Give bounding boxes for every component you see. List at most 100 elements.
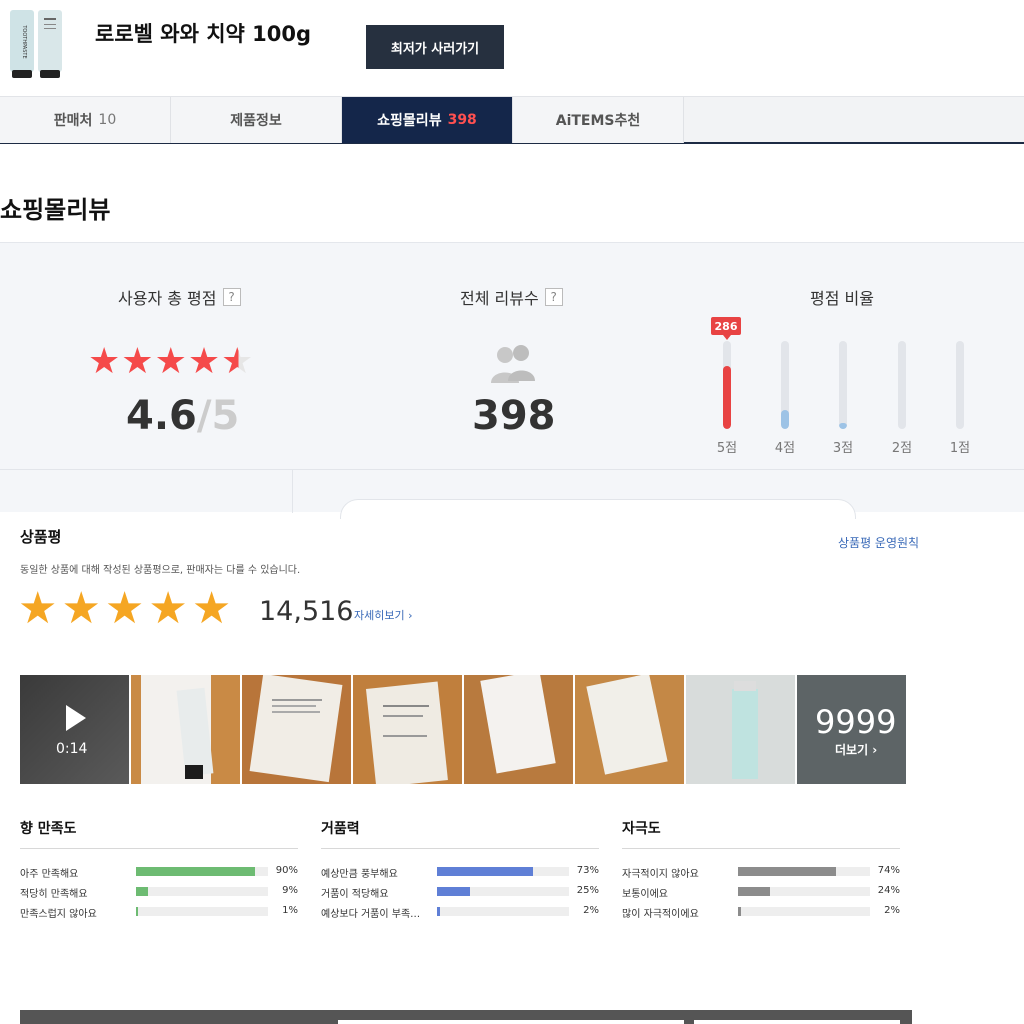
attr-row: 많이 자극적이에요 2% [622, 905, 900, 925]
attr-pct: 24% [877, 885, 900, 896]
bottom-sort-box[interactable] [338, 1020, 684, 1024]
tab-count: 398 [447, 112, 477, 128]
ratio-label-1: 1점 [949, 441, 971, 456]
attr-irritation: 자극도 자극적이지 않아요 74% 보통이에요 24% 많이 자극적이에요 2% [622, 818, 900, 925]
attr-row: 만족스럽지 않아요 1% [20, 905, 298, 925]
attr-label: 예상만큼 풍부해요 [321, 869, 398, 880]
attr-pct: 90% [275, 865, 298, 876]
product-title: 로로벨 와와 치약 100g [95, 22, 312, 46]
review-policy-link[interactable]: 상품평 운영원칙 [838, 534, 919, 551]
tab-aitems-recommend[interactable]: AiTEMS추천 [513, 97, 684, 143]
attr-fill [136, 907, 138, 916]
review-photo[interactable] [242, 675, 351, 784]
review-photo[interactable] [131, 675, 240, 784]
tab-shopping-reviews[interactable]: 쇼핑몰리뷰 398 [342, 97, 513, 143]
thumbnail-text: TOOTHPASTE [21, 24, 27, 58]
tab-label: AiTEMS추천 [555, 113, 641, 129]
reviews-label-group: 전체 리뷰수 ? [460, 285, 563, 309]
star-icon: ★ [88, 341, 121, 382]
attr-rows: 자극적이지 않아요 74% 보통이에요 24% 많이 자극적이에요 2% [622, 849, 900, 925]
ratio-label-3: 3점 [832, 441, 854, 456]
attr-row: 자극적이지 않아요 74% [622, 865, 900, 885]
review-summary-panel: 사용자 총 평점 ? ★ ★ ★ ★ ★ 4.6/5 전체 리뷰수 ? 398 … [0, 242, 1024, 519]
attr-bar [738, 867, 870, 876]
attr-label: 보통이에요 [622, 889, 668, 900]
average-rating: 4.6/5 [126, 393, 239, 439]
review-photo[interactable] [464, 675, 573, 784]
tab-label: 제품정보 [230, 113, 282, 129]
attr-title: 자극도 [622, 818, 900, 849]
attr-bar [437, 867, 569, 876]
more-photos-link[interactable]: 더보기 › [835, 741, 877, 758]
attr-rows: 예상만큼 풍부해요 73% 거품이 적당해요 25% 예상보다 거품이 부족… 2% [321, 849, 599, 925]
review-photo[interactable] [686, 675, 795, 784]
tab-bar: 판매처 10 제품정보 쇼핑몰리뷰 398 AiTEMS추천 [0, 96, 1024, 144]
attr-label: 거품이 적당해요 [321, 889, 389, 900]
attr-fill [437, 887, 470, 896]
star-icon: ★ [104, 583, 145, 634]
attr-bar [437, 907, 569, 916]
star-icon: ★ [121, 341, 154, 382]
review-filter-box[interactable] [340, 499, 856, 519]
review-photo[interactable] [353, 675, 462, 784]
rating-label-group: 사용자 총 평점 ? [118, 285, 241, 309]
tab-sellers[interactable]: 판매처 10 [0, 97, 171, 143]
ratio-bar-3 [839, 341, 847, 429]
ratio-bar-2 [898, 341, 906, 429]
star-icon: ★ [187, 341, 221, 382]
more-photos-tile[interactable]: 9999 더보기 › [797, 675, 906, 784]
ratio-bar-4 [781, 341, 789, 429]
total-review-count: 398 [472, 393, 556, 439]
attr-title: 향 만족도 [20, 818, 298, 849]
video-duration: 0:14 [56, 741, 88, 757]
attr-pct: 2% [583, 905, 599, 916]
attr-pct: 1% [282, 905, 298, 916]
tab-product-info[interactable]: 제품정보 [171, 97, 342, 143]
attr-label: 만족스럽지 않아요 [20, 909, 97, 920]
rating-max: 5 [211, 393, 240, 439]
rating-help-icon[interactable]: ? [222, 288, 241, 306]
attr-bar [738, 887, 870, 896]
star-icon: ★ [18, 583, 58, 634]
ratio-bar-1 [956, 341, 964, 429]
attr-label: 적당히 만족해요 [20, 889, 88, 900]
reviews-label: 전체 리뷰수 [460, 289, 539, 308]
ratio-label-4: 4점 [774, 441, 796, 456]
rating-value: 4.6 [126, 393, 197, 439]
bottom-search-box[interactable] [694, 1020, 900, 1024]
attr-row: 예상보다 거품이 부족… 2% [321, 905, 599, 925]
attr-row: 거품이 적당해요 25% [321, 885, 599, 905]
review-video-thumb[interactable]: 0:14 [20, 675, 129, 784]
product-thumbnail[interactable]: TOOTHPASTE [6, 8, 68, 80]
product-review-count: 14,516 [259, 596, 354, 627]
summary-vertical-divider [292, 469, 293, 513]
attr-pct: 74% [877, 865, 900, 876]
attr-label: 예상보다 거품이 부족… [321, 909, 421, 920]
ratio-bar-5 [723, 341, 731, 429]
summary-divider [0, 469, 1024, 470]
attr-fill [437, 867, 534, 876]
attr-foam: 거품력 예상만큼 풍부해요 73% 거품이 적당해요 25% 예상보다 거품이 부족… [321, 818, 599, 925]
attr-label: 아주 만족해요 [20, 869, 79, 880]
attr-pct: 73% [576, 865, 599, 876]
detail-view-link[interactable]: 자세히보기 › [354, 607, 413, 623]
attr-fill [136, 867, 255, 876]
attr-label: 많이 자극적이에요 [622, 909, 699, 920]
tube-image [686, 675, 795, 784]
reviews-help-icon[interactable]: ? [544, 288, 563, 306]
ratio-fill [781, 409, 789, 429]
lowest-price-buy-button[interactable]: 최저가 사러가기 [366, 25, 504, 69]
section-title: 쇼핑몰리뷰 [0, 196, 111, 224]
review-photo[interactable] [575, 675, 684, 784]
more-photos-count: 9999 [815, 703, 897, 741]
attr-bar [738, 907, 870, 916]
attr-fill [738, 887, 770, 896]
rating-separator: / [196, 393, 212, 439]
people-icon [491, 345, 535, 383]
tab-label: 판매처 [53, 113, 93, 129]
attr-fill [738, 907, 741, 916]
more-link-label: 더보기 [835, 743, 869, 757]
attr-row: 보통이에요 24% [622, 885, 900, 905]
product-review-title: 상품평 [20, 528, 62, 546]
attr-fill [437, 907, 440, 916]
